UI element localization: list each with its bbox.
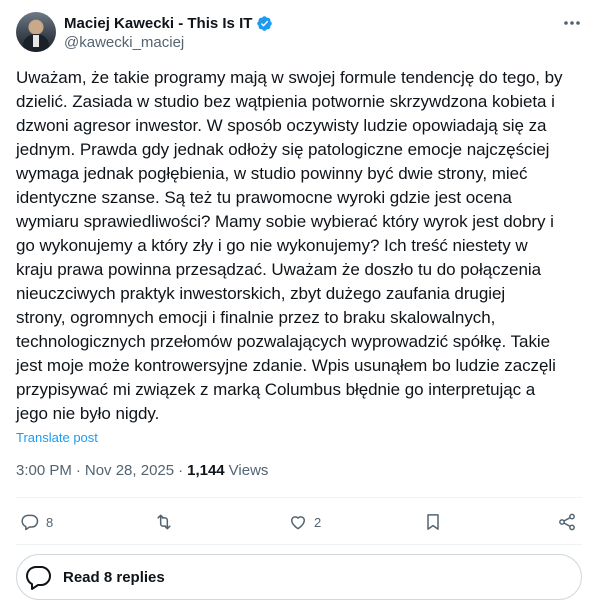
reply-button[interactable]: 8	[20, 510, 53, 534]
like-icon	[291, 516, 305, 530]
divider	[16, 544, 582, 545]
share-button[interactable]	[557, 510, 577, 534]
tweet-date[interactable]: Nov 28, 2025	[85, 462, 174, 479]
author-name-row: Maciej Kawecki - This Is IT	[64, 13, 273, 33]
like-count: 2	[314, 514, 322, 530]
divider	[16, 497, 582, 498]
tweet-header: Maciej Kawecki - This Is IT @kawecki_mac…	[16, 11, 582, 53]
read-replies-button[interactable]: Read 8 replies	[16, 554, 582, 600]
share-icon	[559, 513, 575, 531]
views-count: 1,144	[187, 462, 225, 479]
verified-badge-icon	[256, 15, 273, 32]
author-handle[interactable]: @kawecki_maciej	[64, 34, 184, 51]
tweet-time[interactable]: 3:00 PM	[16, 462, 72, 479]
translate-post-link[interactable]: Translate post	[16, 430, 98, 445]
reply-icon	[21, 514, 39, 531]
more-options-icon[interactable]	[562, 13, 582, 33]
like-button[interactable]: 2	[288, 510, 321, 534]
avatar-shirt	[33, 35, 39, 47]
tweet-text: Uważam, że takie programy mają w swojej …	[16, 68, 563, 423]
bookmark-icon	[427, 514, 439, 530]
meta-separator: ·	[178, 462, 184, 479]
views-label: Views	[228, 462, 269, 479]
reply-count: 8	[46, 514, 54, 530]
read-replies-label: Read 8 replies	[63, 568, 165, 586]
bookmark-button[interactable]	[423, 510, 443, 534]
repost-icon	[157, 514, 171, 530]
meta-separator: ·	[75, 462, 81, 479]
tweet-meta: 3:00 PM · Nov 28, 2025 · 1,144 Views	[16, 462, 268, 479]
repost-button[interactable]	[154, 510, 180, 534]
avatar[interactable]	[16, 12, 56, 52]
author-display-name[interactable]: Maciej Kawecki - This Is IT	[64, 15, 252, 32]
replies-bubble-icon	[26, 565, 51, 590]
action-bar: 8 2	[16, 500, 582, 544]
